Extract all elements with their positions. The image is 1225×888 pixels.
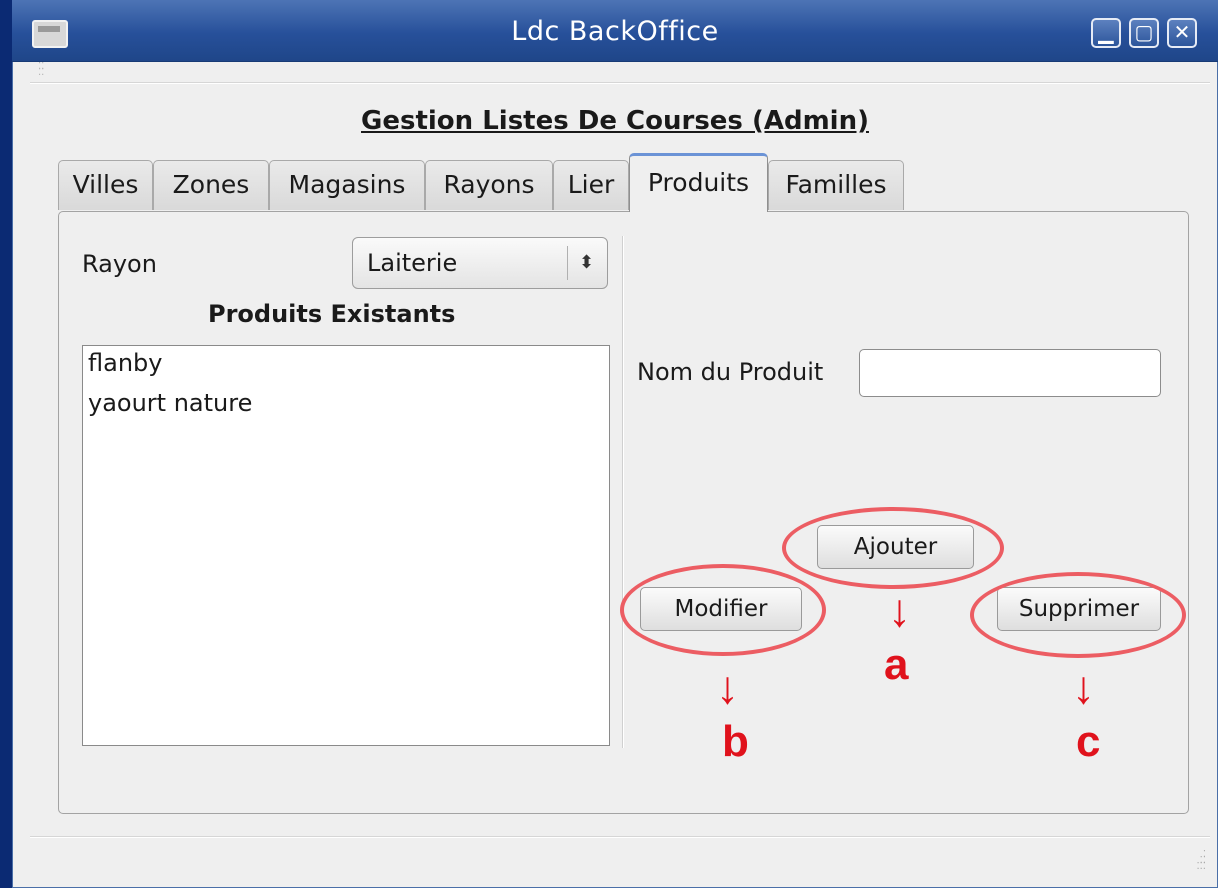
products-list[interactable]: flanby yaourt nature [82,345,610,746]
combo-divider [567,246,568,280]
maximize-button[interactable]: ▢ [1129,18,1159,48]
close-icon: ✕ [1173,20,1191,44]
products-list-title: Produits Existants [208,300,456,328]
maximize-icon: ▢ [1134,20,1154,44]
annotation-arrow-c-icon: ↓ [1072,661,1095,713]
minimize-icon: ▁ [1098,20,1114,44]
minimize-button[interactable]: ▁ [1091,18,1121,48]
window-title: Ldc BackOffice [511,16,719,47]
annotation-circle-a [782,507,1004,589]
chevron-updown-icon: ⬍ [579,252,595,273]
rayon-select-value: Laiterie [367,249,458,277]
annotation-label-c: c [1076,717,1101,766]
list-item[interactable]: flanby [88,348,162,378]
annotation-arrow-a-icon: ↓ [888,584,911,636]
resize-grip-icon[interactable]: ⁚ ⁚⁚ ⁚⁚⁚ [1186,850,1206,874]
toolbar-grip-icon[interactable]: ⁚⁚ ⁚⁚ [38,62,52,82]
annotation-label-b: b [722,717,749,766]
tab-lier[interactable]: Lier [553,160,629,210]
tab-villes[interactable]: Villes [58,160,153,210]
product-name-label: Nom du Produit [637,358,824,386]
toolbar-separator [30,82,1210,84]
tab-zones[interactable]: Zones [153,160,269,210]
page-title: Gestion Listes De Courses (Admin) [361,106,869,136]
annotation-circle-c [970,572,1186,658]
annotation-arrow-b-icon: ↓ [716,661,739,713]
desktop-background [0,0,12,888]
close-button[interactable]: ✕ [1167,18,1197,48]
rayon-label: Rayon [82,250,157,278]
tab-magasins[interactable]: Magasins [269,160,425,210]
rayon-select[interactable]: Laiterie ⬍ [352,237,608,289]
panel-divider [622,236,624,748]
product-name-input[interactable] [859,349,1161,397]
list-item[interactable]: yaourt nature [88,388,252,418]
annotation-circle-b [620,564,826,656]
tab-familles[interactable]: Familles [768,160,904,210]
annotation-label-a: a [884,640,909,689]
tab-produits[interactable]: Produits [629,153,768,212]
status-bar-separator [30,836,1210,838]
tab-rayons[interactable]: Rayons [425,160,553,210]
